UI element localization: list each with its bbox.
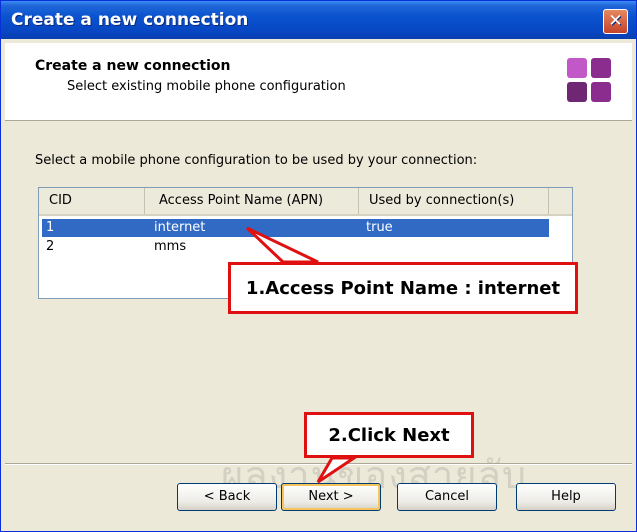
instruction-label: Select a mobile phone configuration to b… [35, 153, 478, 168]
annotation-callout-next: 2.Click Next [304, 412, 474, 458]
list-header: CID Access Point Name (APN) Used by conn… [39, 188, 572, 216]
title-bar[interactable]: Create a new connection ✕ [1, 1, 636, 39]
annotation-callout-apn: 1.Access Point Name : internet [228, 262, 578, 314]
four-squares-logo-icon [567, 58, 613, 104]
cell-apn: internet [154, 220, 206, 235]
close-icon: ✕ [608, 11, 623, 31]
list-row[interactable]: 2 mms [42, 238, 549, 256]
footer-divider [5, 463, 632, 465]
window-title: Create a new connection [11, 10, 249, 30]
header-title: Create a new connection [35, 58, 231, 74]
cell-cid: 2 [46, 239, 55, 254]
cell-used-by: true [366, 220, 393, 235]
column-header-cid[interactable]: CID [39, 188, 145, 214]
next-button[interactable]: Next > [281, 483, 381, 511]
help-button[interactable]: Help [516, 483, 616, 511]
cell-apn: mms [154, 239, 187, 254]
column-header-apn[interactable]: Access Point Name (APN) [145, 188, 359, 214]
close-button[interactable]: ✕ [603, 9, 628, 34]
header-subtitle: Select existing mobile phone configurati… [67, 79, 346, 94]
list-row-selected[interactable]: 1 internet true [42, 219, 549, 237]
wizard-header: Create a new connection Select existing … [5, 43, 632, 121]
cell-cid: 1 [46, 220, 55, 235]
cancel-button[interactable]: Cancel [397, 483, 497, 511]
column-header-used-by[interactable]: Used by connection(s) [359, 188, 549, 214]
back-button[interactable]: < Back [177, 483, 277, 511]
